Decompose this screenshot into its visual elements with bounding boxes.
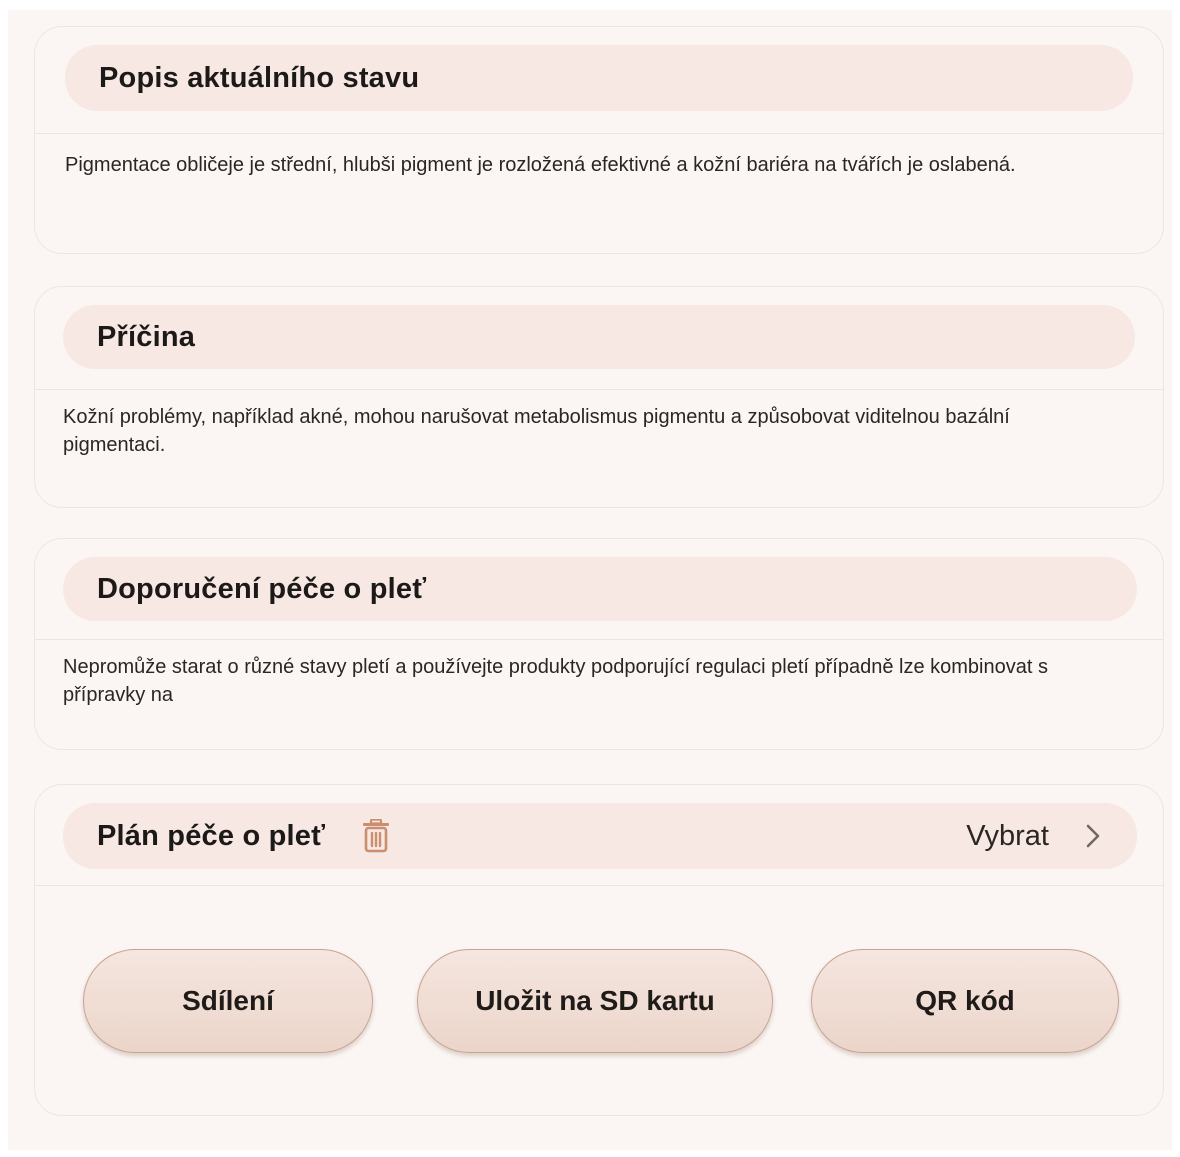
cause-title: Příčina bbox=[97, 320, 196, 353]
save-to-sd-card-button[interactable]: Uložit na SD kartu bbox=[417, 949, 773, 1053]
current-state-header: Popis aktuálního stavu bbox=[65, 45, 1133, 111]
cause-card: Příčina Kožní problémy, například akné, … bbox=[34, 286, 1164, 508]
current-state-title: Popis aktuálního stavu bbox=[99, 61, 420, 94]
qr-code-button[interactable]: QR kód bbox=[811, 949, 1119, 1053]
care-plan-select[interactable]: Vybrat bbox=[966, 820, 1103, 853]
care-plan-header: Plán péče o pleť Vybrat bbox=[63, 803, 1137, 869]
card-divider bbox=[35, 639, 1163, 640]
share-button[interactable]: Sdílení bbox=[83, 949, 373, 1053]
report-page: Popis aktuálního stavu Pigmentace obliče… bbox=[8, 10, 1172, 1150]
care-recommendation-card: Doporučení péče o pleť Nepromůže starat … bbox=[34, 538, 1164, 750]
cause-text: Kožní problémy, například akné, mohou na… bbox=[63, 406, 1010, 456]
care-plan-card: Plán péče o pleť Vybrat Sdílení Uložit n… bbox=[34, 784, 1164, 1116]
card-divider bbox=[35, 389, 1163, 390]
care-plan-title-group: Plán péče o pleť bbox=[97, 818, 393, 854]
card-divider bbox=[35, 133, 1163, 134]
chevron-right-icon bbox=[1083, 822, 1103, 850]
care-recommendation-text: Nepromůže starat o různé stavy pletí a p… bbox=[63, 656, 1048, 706]
current-state-text: Pigmentace obličeje je střední, hlubši p… bbox=[65, 154, 1016, 176]
care-plan-title: Plán péče o pleť bbox=[97, 819, 326, 852]
trash-icon-graphic bbox=[363, 819, 390, 853]
current-state-card: Popis aktuálního stavu Pigmentace obliče… bbox=[34, 26, 1164, 254]
trash-icon[interactable] bbox=[359, 818, 393, 854]
cause-header: Příčina bbox=[63, 305, 1135, 369]
care-recommendation-title: Doporučení péče o pleť bbox=[97, 572, 427, 605]
care-recommendation-header: Doporučení péče o pleť bbox=[63, 557, 1137, 621]
card-divider bbox=[35, 885, 1163, 886]
care-plan-select-label: Vybrat bbox=[966, 819, 1049, 852]
chevron-right-icon-graphic bbox=[1086, 824, 1100, 848]
